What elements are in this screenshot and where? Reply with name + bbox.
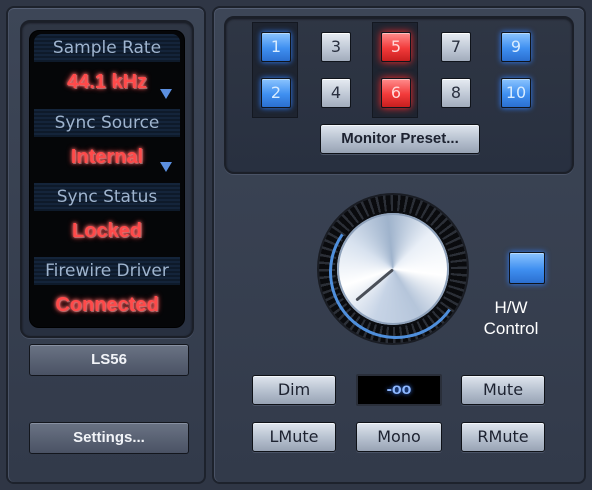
preset-button-3[interactable]: 3 [321, 32, 351, 62]
preset-button-6[interactable]: 6 [381, 78, 411, 108]
sample-rate-label: Sample Rate [34, 34, 180, 62]
preset-button-10[interactable]: 10 [501, 78, 531, 108]
hw-control-label-line2: Control [483, 319, 539, 338]
rmute-button[interactable]: RMute [461, 422, 545, 452]
sync-source-label: Sync Source [34, 109, 180, 137]
monitor-preset-button[interactable]: Monitor Preset... [320, 124, 480, 154]
level-readout: -oo [356, 374, 442, 406]
lmute-button[interactable]: LMute [252, 422, 336, 452]
sample-rate-dropdown-icon[interactable] [160, 89, 172, 99]
preset-button-7[interactable]: 7 [441, 32, 471, 62]
preset-button-5[interactable]: 5 [381, 32, 411, 62]
firewire-driver-value: Connected [55, 294, 159, 316]
status-display: Sample Rate 44.1 kHz Sync Source Interna… [29, 30, 185, 328]
sync-status-value: Locked [71, 220, 143, 242]
preset-button-2[interactable]: 2 [261, 78, 291, 108]
hw-control-toggle[interactable] [509, 252, 545, 284]
sync-source-dropdown-icon[interactable] [160, 162, 172, 172]
preset-button-8[interactable]: 8 [441, 78, 471, 108]
preset-button-4[interactable]: 4 [321, 78, 351, 108]
mono-button[interactable]: Mono [356, 422, 442, 452]
mute-button[interactable]: Mute [461, 375, 545, 405]
hw-control-label: H/W Control [470, 297, 552, 339]
preset-button-1[interactable]: 1 [261, 32, 291, 62]
hw-control-label-line1: H/W [494, 298, 528, 317]
settings-button[interactable]: Settings... [29, 422, 189, 454]
preset-button-9[interactable]: 9 [501, 32, 531, 62]
dim-button[interactable]: Dim [252, 375, 336, 405]
firewire-driver-label: Firewire Driver [34, 257, 180, 285]
device-name-field: LS56 [29, 344, 189, 376]
sync-status-label: Sync Status [34, 183, 180, 211]
